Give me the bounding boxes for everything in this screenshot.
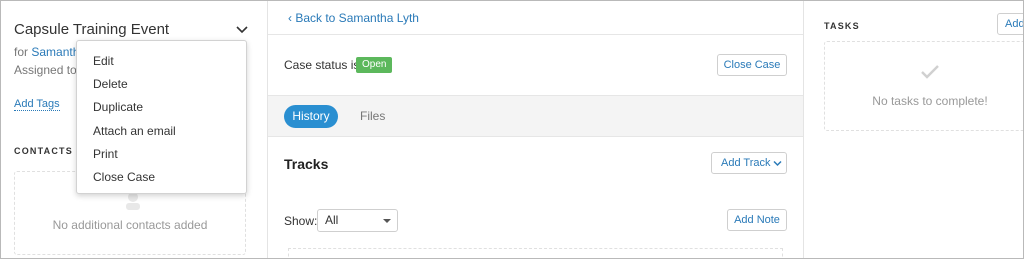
menu-item-close-case[interactable]: Close Case xyxy=(93,170,155,184)
app-window: Capsule Training Event for Samantha Assi… xyxy=(0,0,1024,259)
tasks-heading: TASKS xyxy=(824,21,860,31)
tab-history[interactable]: History xyxy=(284,105,338,128)
menu-item-delete[interactable]: Delete xyxy=(93,77,128,91)
status-label: Case status is xyxy=(284,58,360,72)
chevron-down-icon xyxy=(773,160,782,167)
timeline-box xyxy=(288,248,783,258)
case-title: Capsule Training Event xyxy=(14,21,170,38)
show-label: Show: xyxy=(284,214,318,228)
tracks-title: Tracks xyxy=(284,156,329,172)
contacts-heading: CONTACTS xyxy=(14,146,73,156)
for-prefix: for xyxy=(14,45,29,59)
tab-files[interactable]: Files xyxy=(360,109,385,123)
divider xyxy=(268,34,803,35)
menu-item-duplicate[interactable]: Duplicate xyxy=(93,100,143,114)
tasks-empty-box: No tasks to complete! xyxy=(824,41,1023,131)
add-note-button[interactable]: Add Note xyxy=(727,209,787,231)
close-case-button[interactable]: Close Case xyxy=(717,54,787,76)
add-track-label: Add Track xyxy=(721,157,771,169)
tasks-panel: TASKS Add No tasks to complete! xyxy=(803,1,1023,258)
back-link[interactable]: ‹ Back to Samantha Lyth xyxy=(288,11,419,25)
add-task-button[interactable]: Add xyxy=(997,13,1023,35)
check-icon xyxy=(921,65,939,79)
add-track-button[interactable]: Add Track xyxy=(711,152,787,174)
case-main: ‹ Back to Samantha Lyth Case status is O… xyxy=(268,1,803,258)
tasks-empty-text: No tasks to complete! xyxy=(872,94,988,108)
menu-item-edit[interactable]: Edit xyxy=(93,54,114,68)
dropdown-arrow-icon xyxy=(383,219,391,223)
show-filter-value: All xyxy=(325,213,339,227)
case-actions-menu: Edit Delete Duplicate Attach an email Pr… xyxy=(76,40,247,194)
contacts-empty-text: No additional contacts added xyxy=(52,218,208,232)
chevron-down-icon[interactable] xyxy=(235,23,249,37)
add-tags-link[interactable]: Add Tags xyxy=(14,98,60,111)
menu-item-print[interactable]: Print xyxy=(93,147,118,161)
menu-item-attach-email[interactable]: Attach an email xyxy=(93,124,176,138)
status-badge: Open xyxy=(356,57,393,73)
tab-bar: History Files xyxy=(268,95,803,137)
show-filter-select[interactable]: All xyxy=(317,209,398,232)
